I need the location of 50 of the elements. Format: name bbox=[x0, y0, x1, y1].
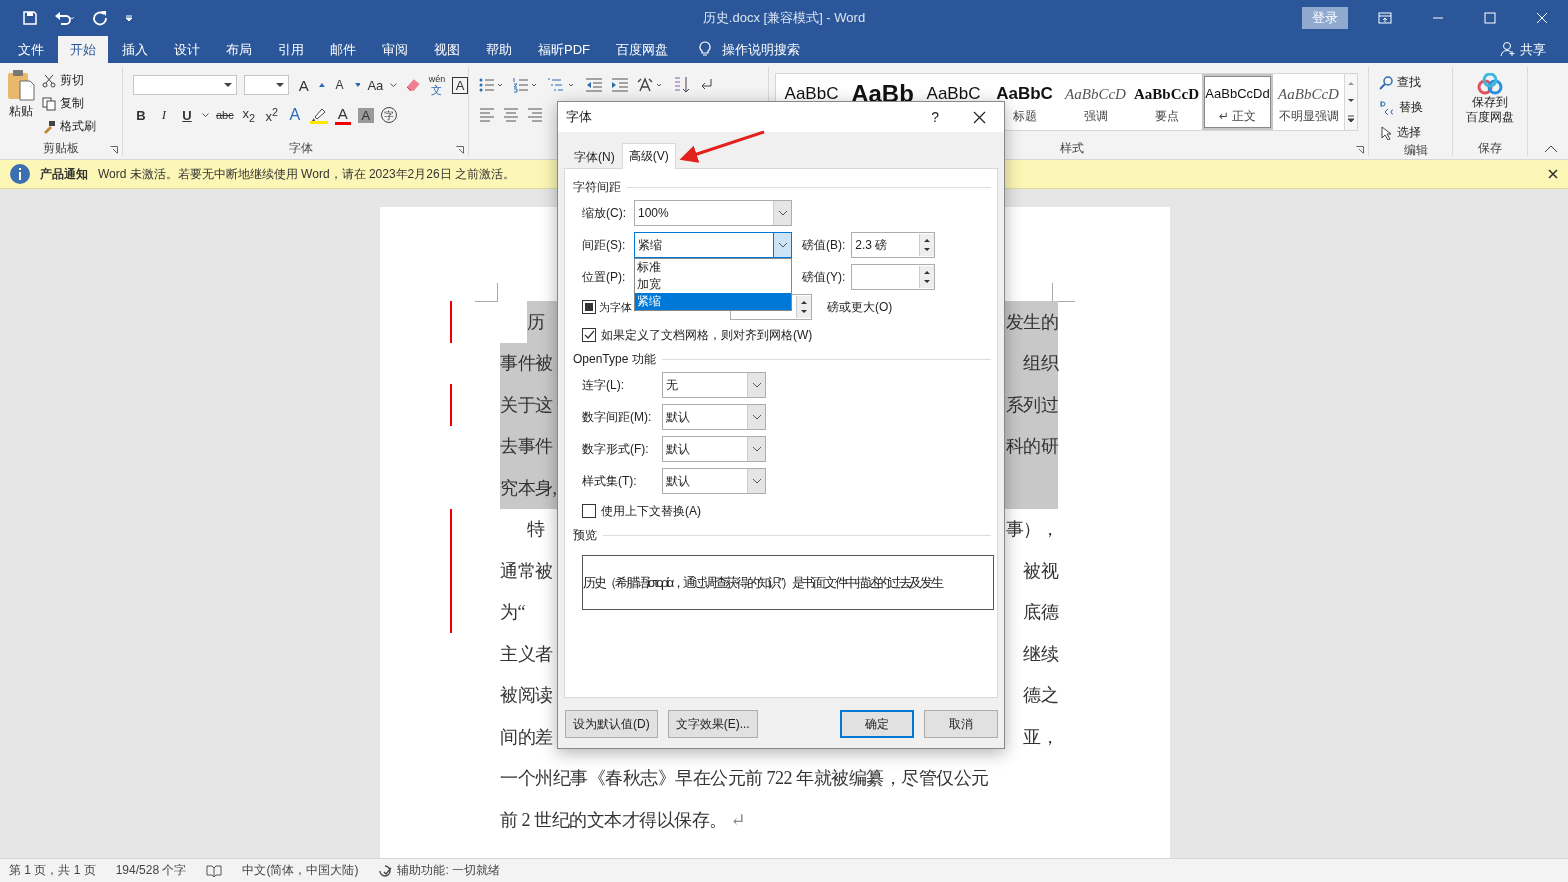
checkbox-label: 为字体 bbox=[599, 299, 632, 315]
document-text: 去事件 bbox=[500, 435, 553, 459]
field-label: 样式集(T): bbox=[582, 472, 638, 490]
field-label: 磅或更大(O) bbox=[827, 298, 893, 316]
notice-message: Word 未激活。若要无中断地继续使用 Word，请在 2023年2月26日 之前激活。 bbox=[98, 165, 515, 183]
document-text: 特 bbox=[527, 518, 545, 542]
paragraph-mark: ↵ bbox=[730, 808, 746, 831]
field-label: 间距(S): bbox=[582, 236, 627, 254]
group-label: 字体 bbox=[288, 139, 313, 157]
group-label: 编辑 bbox=[1403, 141, 1428, 159]
checkbox-label: 如果定义了文档网格，则对齐到网格(W) bbox=[601, 326, 813, 344]
group-label: 保存 bbox=[1478, 139, 1502, 157]
document-text: 关于这 bbox=[500, 393, 553, 417]
document-text: 亚， bbox=[1023, 725, 1058, 749]
document-text: 为“ bbox=[500, 601, 525, 625]
field-label: 磅值(Y): bbox=[802, 268, 846, 286]
group-label: 剪贴板 bbox=[43, 139, 79, 157]
document-text: 事）， bbox=[1005, 518, 1058, 542]
field-label: 磅值(B): bbox=[802, 236, 846, 254]
section-heading: OpenType 功能 bbox=[573, 350, 656, 368]
checkbox-label: 使用上下文替换(A) bbox=[601, 502, 701, 520]
field-label: 连字(L): bbox=[582, 376, 625, 394]
document-text: 被阅读 bbox=[500, 684, 553, 708]
document-text: 科的研 bbox=[1005, 435, 1058, 459]
document-text: 究本身, bbox=[500, 476, 557, 500]
document-text: 继续 bbox=[1023, 642, 1058, 666]
document-text: 历 bbox=[527, 310, 545, 334]
document-text: 德之 bbox=[1023, 684, 1058, 708]
preview-text: 历史（希腊语ἱστορία，通过调查获得的知识”）是书面文件中描述的过去及发生 bbox=[583, 573, 942, 592]
document-text: 事件被 bbox=[500, 352, 553, 376]
window-title: 历史.docx [兼容模式] - Word bbox=[702, 9, 866, 27]
dialog-title: 字体 bbox=[566, 108, 592, 126]
field-label: 数字形式(F): bbox=[582, 440, 650, 458]
document-text: 底德 bbox=[1023, 601, 1058, 625]
field-label: 缩放(C): bbox=[582, 204, 627, 222]
section-heading: 预览 bbox=[573, 526, 597, 544]
section-heading: 字符间距 bbox=[573, 178, 621, 196]
document-text: 被视 bbox=[1023, 559, 1058, 583]
document-text: 通常被 bbox=[500, 559, 553, 583]
document-text: 前 2 世纪的文本才得以保存。 bbox=[500, 808, 727, 832]
document-text: 系列过 bbox=[1005, 393, 1058, 417]
notice-title: 产品通知 bbox=[40, 165, 88, 183]
document-text: 一个州纪事《春秋志》早在公元前 722 年就被编纂，尽管仅公元 bbox=[500, 767, 989, 791]
group-label: 样式 bbox=[1059, 139, 1084, 157]
document-text: 间的差 bbox=[500, 725, 553, 749]
field-label: 位置(P): bbox=[582, 268, 627, 286]
field-label: 数字间距(M): bbox=[582, 408, 653, 426]
document-text: 主义者 bbox=[500, 642, 553, 666]
document-text: 组织 bbox=[1023, 352, 1058, 376]
document-text: 发生的 bbox=[1005, 310, 1058, 334]
